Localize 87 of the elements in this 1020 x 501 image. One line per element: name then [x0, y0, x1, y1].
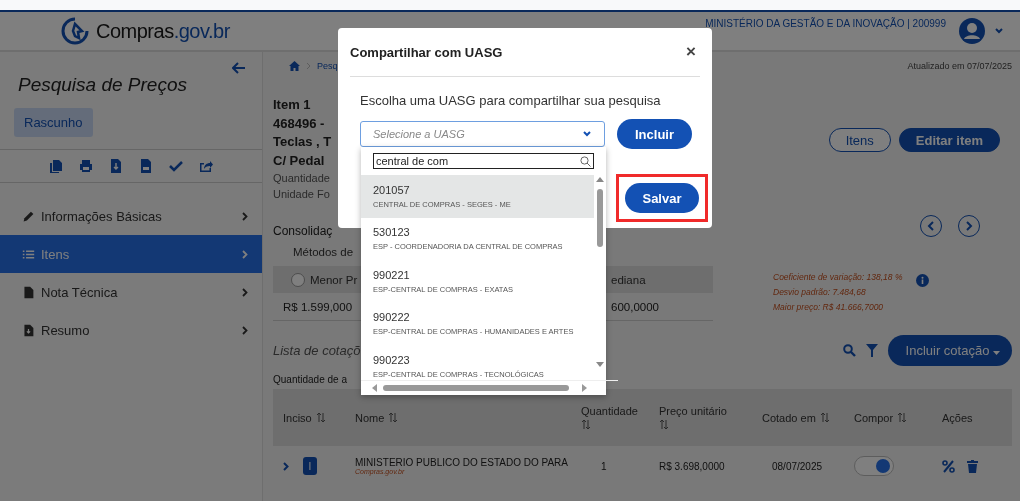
chevron-right-icon	[242, 211, 248, 221]
horizontal-scrollbar[interactable]	[361, 380, 618, 395]
organization-label: MINISTÉRIO DA GESTÃO E DA INOVAÇÃO | 200999	[705, 18, 946, 29]
chevron-right-icon	[306, 62, 311, 70]
statistic-text: Maior preço: R$ 41.666,7000	[773, 301, 885, 314]
sample-count: Quantidade de a	[273, 374, 347, 385]
chevron-right-icon	[965, 221, 973, 231]
method-header: ediana	[608, 266, 713, 293]
updated-date: Atualizado em 07/07/2025	[907, 61, 1012, 71]
chevron-left-icon	[927, 221, 935, 231]
logo-text: Compras.gov.br	[96, 19, 230, 43]
uasg-select[interactable]: Selecione a UASG	[360, 121, 605, 147]
save-button[interactable]: Salvar	[625, 183, 699, 213]
methods-label: Métodos de	[293, 246, 354, 258]
sort-icon[interactable]	[388, 412, 399, 423]
nav-item[interactable]: Informações Básicas	[0, 197, 262, 235]
chevron-down-icon	[582, 130, 592, 138]
edit-item-button[interactable]: Editar item	[898, 128, 1000, 152]
table-cell-text: R$ 3.698,0000	[659, 460, 726, 472]
chevron-right-icon	[242, 249, 248, 259]
search-icon	[580, 155, 591, 167]
section-title: Consolidaç	[273, 224, 333, 238]
sort-icon[interactable]	[659, 419, 669, 430]
vertical-scrollbar[interactable]	[594, 175, 606, 369]
home-icon[interactable]	[289, 61, 300, 71]
pencil-icon	[22, 209, 35, 223]
nav-item[interactable]: Nota Técnica	[0, 273, 262, 311]
print-icon[interactable]	[79, 159, 93, 173]
search-field[interactable]: central de com	[373, 153, 594, 169]
item-title-line: Teclas , T	[273, 133, 332, 151]
table-cell-text: 1	[600, 460, 608, 472]
column-header: Ações	[942, 411, 974, 424]
column-header[interactable]: Inciso	[283, 411, 355, 424]
chevron-down-icon[interactable]	[994, 26, 1004, 36]
filter-icon[interactable]	[865, 344, 878, 357]
radio-button[interactable]	[291, 272, 305, 287]
column-header[interactable]: Nome	[355, 411, 581, 424]
file-download-icon	[22, 323, 35, 337]
arrow-left-icon[interactable]	[232, 62, 246, 74]
items-button[interactable]: Itens	[828, 128, 891, 152]
item-title-line: Item 1	[273, 96, 312, 114]
status-badge: Rascunho	[14, 108, 93, 137]
list-icon	[22, 247, 35, 261]
nav-item[interactable]: Resumo	[0, 311, 262, 349]
search-icon[interactable]	[842, 344, 856, 357]
column-header[interactable]: Cotado em	[762, 411, 854, 424]
item-detail: Quantidade	[273, 171, 331, 186]
inciso-badge: I	[303, 457, 317, 475]
caret-down-icon	[993, 351, 1000, 355]
list-title: Lista de cotaçõ	[273, 343, 361, 358]
statistic-text: Desvio padrão: 7.484,68	[773, 286, 867, 299]
expand-chevron-icon[interactable]	[283, 461, 289, 471]
page-title: Pesquisa de Preços	[18, 74, 187, 96]
sort-icon[interactable]	[897, 412, 908, 423]
item-title-line: 468496 -	[273, 114, 326, 133]
percent-icon[interactable]	[942, 459, 955, 473]
statistic-text: Coeficiente de variação: 138,18 %	[773, 271, 903, 284]
sort-icon[interactable]	[819, 412, 830, 423]
item-title-line: C/ Pedal	[273, 151, 326, 170]
info-icon[interactable]	[916, 274, 930, 287]
share-icon[interactable]	[199, 159, 213, 173]
column-header[interactable]: Compor	[854, 411, 942, 424]
copy-icon[interactable]	[49, 159, 63, 173]
file-download-icon[interactable]	[109, 159, 123, 173]
add-quote-button[interactable]: Incluir cotação	[887, 335, 1012, 366]
breadcrumb-link[interactable]: Pesq	[317, 61, 338, 71]
item-detail: Unidade Fo	[273, 187, 331, 202]
dialog-prompt: Escolha uma UASG para compartilhar sua pesquisa	[360, 93, 662, 108]
column-header[interactable]: Quantidade	[581, 405, 659, 430]
method-value: 600,0000	[608, 293, 713, 321]
include-button[interactable]: Incluir	[617, 119, 692, 149]
file-icon	[22, 285, 35, 299]
trash-icon[interactable]	[967, 459, 978, 473]
check-icon[interactable]	[169, 159, 183, 173]
sort-icon[interactable]	[581, 419, 591, 430]
file-icon[interactable]	[139, 159, 153, 173]
chevron-right-icon	[242, 287, 248, 297]
dialog-title: Compartilhar com UASG	[350, 44, 503, 60]
toggle-switch[interactable]	[854, 455, 894, 476]
close-button[interactable]: ×	[682, 42, 700, 62]
chevron-right-icon	[242, 325, 248, 335]
sort-icon[interactable]	[315, 412, 326, 423]
logo-icon	[60, 16, 90, 46]
user-avatar-icon[interactable]	[958, 17, 986, 45]
table-cell-text: 08/07/2025	[771, 460, 824, 472]
nav-item[interactable]: Itens	[0, 235, 262, 273]
column-header[interactable]: Preço unitário	[659, 405, 762, 430]
